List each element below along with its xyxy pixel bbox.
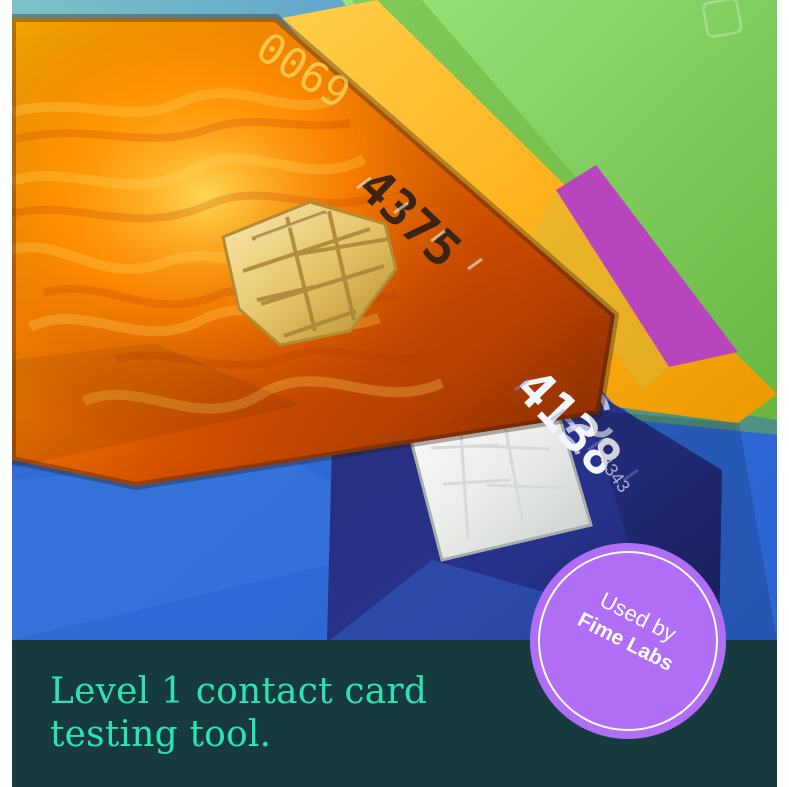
credit-cards-photo: ▢ 4343 0069 4375 4138	[12, 0, 777, 640]
caption-line-1: Level 1 contact card	[50, 671, 428, 712]
promo-card: ▢ 4343 0069 4375 4138 Level 1 contact ca…	[12, 0, 777, 787]
credit-cards-illustration: ▢ 4343 0069 4375 4138	[12, 0, 777, 640]
svg-text:▢: ▢	[695, 0, 749, 45]
used-by-badge: Used by Fime Labs	[530, 543, 726, 739]
caption-line-2: testing tool.	[50, 714, 272, 755]
product-caption: Level 1 contact card testing tool.	[50, 670, 470, 756]
